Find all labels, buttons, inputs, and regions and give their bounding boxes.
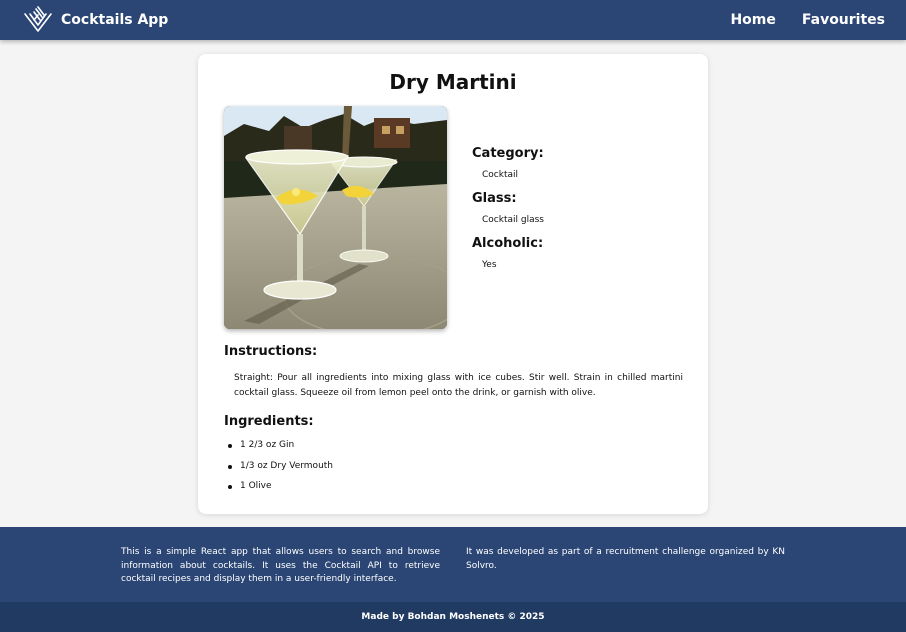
credits-text: Made by Bohdan Moshenets © 2025 [361, 612, 545, 622]
instructions-text: Straight: Pour all ingredients into mixi… [234, 373, 683, 398]
ingredient-text: 1 Olive [240, 481, 272, 491]
nav-link-home[interactable]: Home [730, 12, 775, 28]
nav-links: Home Favourites [730, 12, 885, 28]
bullet-icon [228, 485, 232, 489]
ingredient-item: 1 Olive [228, 481, 333, 502]
drink-info: Category: Cocktail Glass: Cocktail glass… [472, 146, 692, 281]
ingredients-list: 1 2/3 oz Gin 1/3 oz Dry Vermouth 1 Olive [228, 440, 333, 502]
drink-title: Dry Martini [389, 70, 517, 94]
brand[interactable]: Cocktails App [22, 6, 168, 34]
navbar: Cocktails App Home Favourites [0, 0, 906, 40]
footer-about-text: This is a simple React app that allows u… [121, 547, 440, 584]
app-title: Cocktails App [61, 12, 169, 28]
category-value: Cocktail [482, 170, 518, 180]
category-label: Category: [472, 146, 544, 161]
footer-challenge-text: It was developed as part of a recruitmen… [466, 547, 785, 571]
nav-link-favourites[interactable]: Favourites [802, 12, 885, 28]
ingredient-text: 1 2/3 oz Gin [240, 440, 295, 450]
glass-value: Cocktail glass [482, 215, 544, 225]
glass-label: Glass: [472, 191, 517, 206]
ingredient-item: 1 2/3 oz Gin [228, 440, 333, 461]
ingredient-text: 1/3 oz Dry Vermouth [240, 460, 334, 471]
ingredient-item: 1/3 oz Dry Vermouth [228, 461, 333, 482]
ingredients-heading: Ingredients: [224, 414, 314, 429]
bullet-icon [228, 464, 232, 469]
footer: This is a simple React app that allows u… [0, 527, 906, 602]
alcoholic-label: Alcoholic: [472, 236, 544, 251]
bullet-icon [228, 444, 232, 448]
instructions-heading: Instructions: [224, 344, 318, 359]
alcoholic-value: Yes [482, 260, 497, 270]
cocktail-logo-icon [22, 6, 54, 34]
drink-image [224, 106, 447, 329]
bottom-bar: Made by Bohdan Moshenets © 2025 [0, 602, 906, 632]
drink-detail-card: Dry Martini Category: Cocktail Glass: Co… [198, 54, 708, 514]
